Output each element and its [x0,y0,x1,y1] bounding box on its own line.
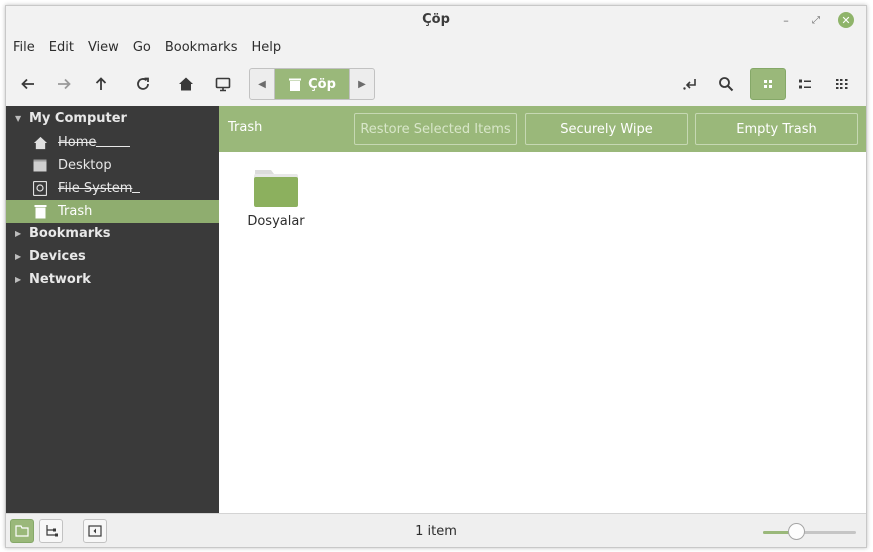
path-scroll-left-button[interactable]: ◀ [250,69,275,99]
file-name: Dosyalar [247,214,305,229]
sidebar-item-trash[interactable]: Trash [6,200,219,223]
sidebar-section-label: Bookmarks [29,225,111,241]
zoom-slider[interactable] [763,523,856,540]
file-view[interactable]: Trash Restore Selected Items Securely Wi… [219,106,866,513]
window-title: Çöp [422,12,450,27]
sidebar-item-label: Home [58,135,97,150]
status-text: 1 item [415,524,457,539]
sidebar-section-devices[interactable]: ▶ Devices [6,245,219,267]
toolbar: ◀ Çöp ▶ [6,66,866,102]
up-button[interactable] [85,68,117,100]
desktop-icon [32,158,48,174]
sidebar-item-desktop[interactable]: Desktop [6,154,219,177]
restore-selected-button[interactable]: Restore Selected Items [354,113,517,145]
path-bar: ◀ Çöp ▶ [249,68,375,100]
zoom-slider-knob[interactable] [787,523,805,540]
sidebar-item-home[interactable]: Home [6,131,219,154]
title-bar[interactable]: Çöp – ⤢ ✕ [6,6,866,34]
path-crumb-label: Çöp [308,76,336,92]
empty-trash-button[interactable]: Empty Trash [695,113,858,145]
monitor-icon [215,77,231,92]
menu-file[interactable]: File [6,37,42,59]
location-toggle-button[interactable] [674,68,706,100]
securely-wipe-button[interactable]: Securely Wipe [525,113,688,145]
collapsed-arrow-icon: ▶ [15,251,22,261]
status-bar: 1 item [6,513,866,547]
search-button[interactable] [710,68,742,100]
sidebar-section-label: My Computer [29,110,127,126]
collapsed-arrow-icon: ▶ [15,274,22,284]
arrow-up-icon [95,77,107,90]
path-crumb-trash[interactable]: Çöp [275,69,349,99]
strike-line [132,192,141,193]
menu-edit[interactable]: Edit [42,37,81,59]
trash-action-bar: Trash Restore Selected Items Securely Wi… [219,106,866,152]
trash-icon [32,204,48,220]
sidebar-item-label: Desktop [58,158,112,173]
sidebar-section-network[interactable]: ▶ Network [6,268,219,290]
search-icon [719,77,734,92]
home-button[interactable] [170,68,202,100]
sidebar-section-bookmarks[interactable]: ▶ Bookmarks [6,222,219,244]
menu-view[interactable]: View [81,37,126,59]
home-icon [179,77,193,91]
grid-icon [764,80,772,88]
arrow-right-icon [58,78,71,90]
menu-bar: File Edit View Go Bookmarks Help [6,37,288,59]
sidebar-item-label: Trash [58,204,93,219]
compact-list-icon [836,79,848,89]
sidebar-item-label: File System [58,181,133,196]
back-button[interactable] [12,68,44,100]
reload-icon [137,77,149,90]
compact-view-button[interactable] [826,68,858,100]
sidebar-item-file-system[interactable]: File System [6,177,219,200]
reload-button[interactable] [127,68,159,100]
collapsed-arrow-icon: ▶ [15,228,22,238]
menu-help[interactable]: Help [244,37,288,59]
return-arrow-icon [683,79,696,90]
computer-button[interactable] [207,68,239,100]
expanded-arrow-icon: ▼ [15,113,22,123]
sidebar-section-label: Network [29,271,91,287]
close-button[interactable]: ✕ [838,12,854,28]
menu-bookmarks[interactable]: Bookmarks [158,37,245,59]
trash-bar-label: Trash [228,120,263,135]
sidebar: ▼ My Computer Home Desktop File System T… [6,106,219,513]
file-item[interactable]: Dosyalar [246,168,306,229]
strike-line [96,146,131,147]
home-icon [32,135,48,151]
menu-go[interactable]: Go [126,37,158,59]
sidebar-section-label: Devices [29,248,86,264]
forward-button[interactable] [48,68,80,100]
trash-icon [289,78,302,91]
folder-icon [254,170,298,207]
list-view-button[interactable] [789,68,821,100]
file-system-icon [32,181,48,197]
icon-view-button[interactable] [750,68,786,100]
maximize-button[interactable]: ⤢ [808,12,824,28]
arrow-left-icon [21,78,34,90]
file-manager-window: Çöp – ⤢ ✕ File Edit View Go Bookmarks He… [5,5,867,548]
list-icon [799,79,811,89]
minimize-button[interactable]: – [778,12,794,28]
path-scroll-right-button[interactable]: ▶ [349,69,374,99]
sidebar-section-my-computer[interactable]: ▼ My Computer [6,107,219,129]
